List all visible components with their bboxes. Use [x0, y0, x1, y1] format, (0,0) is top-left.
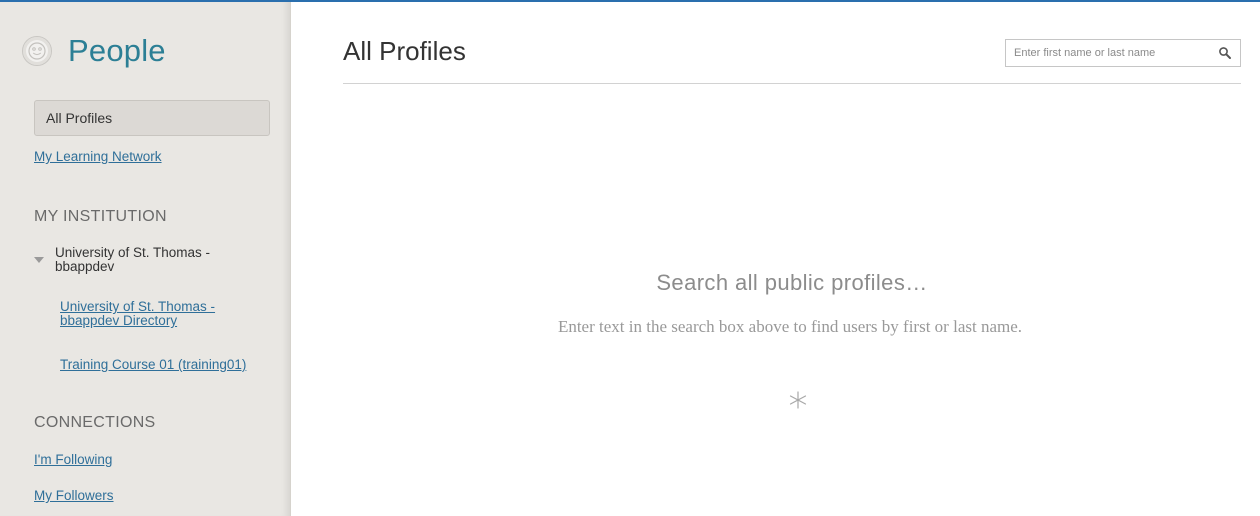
people-page: People All Profiles My Learning Network …	[0, 0, 1260, 516]
sidebar-item-im-following[interactable]: I'm Following	[34, 452, 264, 468]
sidebar-title: People	[68, 33, 166, 68]
sidebar-item-label: All Profiles	[46, 110, 113, 126]
sidebar-item-my-learning-network[interactable]: My Learning Network	[34, 149, 264, 165]
section-heading-my-institution: MY INSTITUTION	[34, 208, 167, 225]
institution-tree-node[interactable]: University of St. Thomas - bbappdev	[34, 246, 255, 274]
institution-tree-label: University of St. Thomas - bbappdev	[55, 245, 211, 274]
search-input[interactable]	[1006, 40, 1214, 66]
sidebar: People All Profiles My Learning Network …	[0, 2, 291, 516]
search-box	[1005, 39, 1241, 67]
institution-directory-link[interactable]: University of St. Thomas - bbappdev Dire…	[60, 300, 260, 328]
smiley-face-icon	[22, 36, 52, 66]
page-title: All Profiles	[343, 36, 466, 66]
caret-down-icon[interactable]	[34, 257, 44, 263]
sidebar-item-all-profiles[interactable]: All Profiles	[34, 100, 270, 136]
empty-state-title: Search all public profiles…	[656, 270, 928, 295]
sidebar-item-my-followers[interactable]: My Followers	[34, 488, 264, 504]
title-divider	[343, 83, 1241, 84]
asterisk-icon	[788, 390, 808, 410]
search-icon[interactable]	[1218, 46, 1232, 60]
section-heading-connections: CONNECTIONS	[34, 414, 156, 431]
course-link-training01[interactable]: Training Course 01 (training01)	[60, 357, 290, 373]
sidebar-header: People	[22, 30, 166, 72]
empty-state-description: Enter text in the search box above to fi…	[557, 317, 1023, 336]
